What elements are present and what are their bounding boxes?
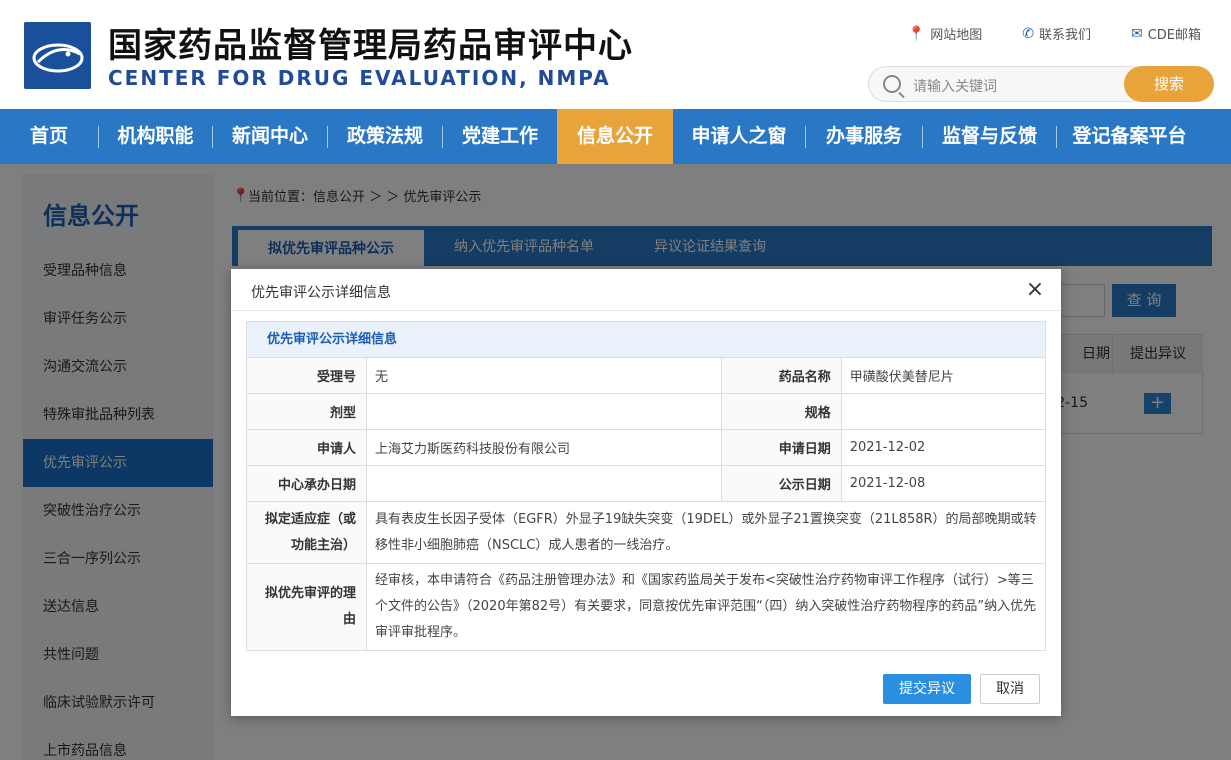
- field-value: [842, 394, 1045, 429]
- nav-item-services[interactable]: 办事服务: [806, 109, 922, 164]
- field-label: 申请人: [247, 430, 367, 465]
- phone-icon: ✆: [1022, 25, 1034, 42]
- nav-item-info-disclosure[interactable]: 信息公开: [557, 109, 673, 164]
- table-row: 受理号 无 药品名称 甲磺酸伏美替尼片: [247, 358, 1045, 394]
- contact-link[interactable]: ✆ 联系我们: [1022, 24, 1091, 44]
- site-title-en: CENTER FOR DRUG EVALUATION, NMPA: [108, 66, 611, 90]
- table-row: 中心承办日期 公示日期 2021-12-08: [247, 466, 1045, 502]
- site-search: 请输入关键词 搜索: [868, 66, 1214, 102]
- field-value: 2021-12-08: [849, 476, 926, 491]
- field-value: 具有表皮生长因子受体（EGFR）外显子19缺失突变（19DEL）或外显子21置换…: [375, 511, 1037, 553]
- main-nav: 首页 机构职能 新闻中心 政策法规 党建工作 信息公开 申请人之窗 办事服务 监…: [0, 109, 1231, 164]
- sitemap-link[interactable]: 📍 网站地图: [907, 24, 983, 44]
- cancel-button[interactable]: 取消: [980, 674, 1040, 704]
- nav-item-news[interactable]: 新闻中心: [213, 109, 327, 164]
- submit-objection-button[interactable]: 提交异议: [883, 674, 971, 704]
- nav-item-party[interactable]: 党建工作: [443, 109, 557, 164]
- field-value: 上海艾力斯医药科技股份有限公司: [367, 430, 722, 465]
- nav-item-functions[interactable]: 机构职能: [99, 109, 212, 164]
- field-value: 甲磺酸伏美替尼片: [849, 370, 954, 385]
- search-icon: [883, 75, 901, 93]
- field-label: 拟优先审评的理由: [247, 564, 367, 650]
- modal-title: 优先审评公示详细信息: [251, 285, 391, 301]
- table-row: 剂型 规格: [247, 394, 1045, 430]
- modal-header: 优先审评公示详细信息 ×: [231, 269, 1061, 311]
- search-input[interactable]: 请输入关键词: [868, 66, 1148, 102]
- mail-icon: ✉: [1130, 25, 1143, 42]
- field-label: 剂型: [247, 394, 367, 429]
- nmpa-logo[interactable]: [24, 22, 91, 89]
- table-row: 申请人 上海艾力斯医药科技股份有限公司 申请日期 2021-12-02: [247, 430, 1045, 466]
- detail-modal: 优先审评公示详细信息 × 优先审评公示详细信息 受理号 无 药品名称 甲磺酸伏美…: [231, 269, 1061, 716]
- detail-table: 优先审评公示详细信息 受理号 无 药品名称 甲磺酸伏美替尼片 剂型 规格 申请人…: [246, 321, 1046, 651]
- field-label: 药品名称: [721, 358, 842, 393]
- contact-label: 联系我们: [1038, 28, 1091, 43]
- field-label: 申请日期: [721, 430, 842, 465]
- mail-label: CDE邮箱: [1147, 28, 1201, 43]
- search-placeholder: 请输入关键词: [913, 79, 997, 95]
- site-header: 国家药品监督管理局药品审评中心 CENTER FOR DRUG EVALUATI…: [0, 0, 1231, 109]
- nav-item-policy[interactable]: 政策法规: [328, 109, 442, 164]
- table-row: 拟定适应症（或功能主治） 具有表皮生长因子受体（EGFR）外显子19缺失突变（1…: [247, 502, 1045, 564]
- logo-emblem-icon: [24, 22, 91, 89]
- field-label: 受理号: [247, 358, 367, 393]
- search-button[interactable]: 搜索: [1124, 66, 1214, 102]
- field-value: [367, 466, 722, 501]
- field-label: 拟定适应症（或功能主治）: [247, 502, 367, 563]
- field-value: 经审核，本申请符合《药品注册管理办法》和《国家药监局关于发布<突破性治疗药物审评…: [375, 573, 1037, 640]
- nav-item-applicant[interactable]: 申请人之窗: [673, 109, 805, 164]
- field-label: 中心承办日期: [247, 466, 367, 501]
- field-label: 公示日期: [721, 466, 842, 501]
- field-value: [367, 394, 722, 429]
- top-links: 📍 网站地图 ✆ 联系我们 ✉ CDE邮箱: [907, 24, 1201, 44]
- sitemap-label: 网站地图: [930, 28, 983, 43]
- field-value: 2021-12-02: [849, 440, 926, 455]
- nav-item-home[interactable]: 首页: [0, 109, 98, 164]
- nav-item-feedback[interactable]: 监督与反馈: [923, 109, 1056, 164]
- field-label: 规格: [721, 394, 842, 429]
- close-icon[interactable]: ×: [1025, 279, 1045, 301]
- detail-caption: 优先审评公示详细信息: [247, 322, 1045, 358]
- mail-link[interactable]: ✉ CDE邮箱: [1130, 24, 1201, 44]
- location-pin-icon: 📍: [907, 25, 926, 42]
- nav-item-registration[interactable]: 登记备案平台: [1057, 109, 1202, 164]
- field-value: 无: [367, 358, 722, 393]
- table-row: 拟优先审评的理由 经审核，本申请符合《药品注册管理办法》和《国家药监局关于发布<…: [247, 564, 1045, 650]
- site-title-cn: 国家药品监督管理局药品审评中心: [108, 26, 633, 66]
